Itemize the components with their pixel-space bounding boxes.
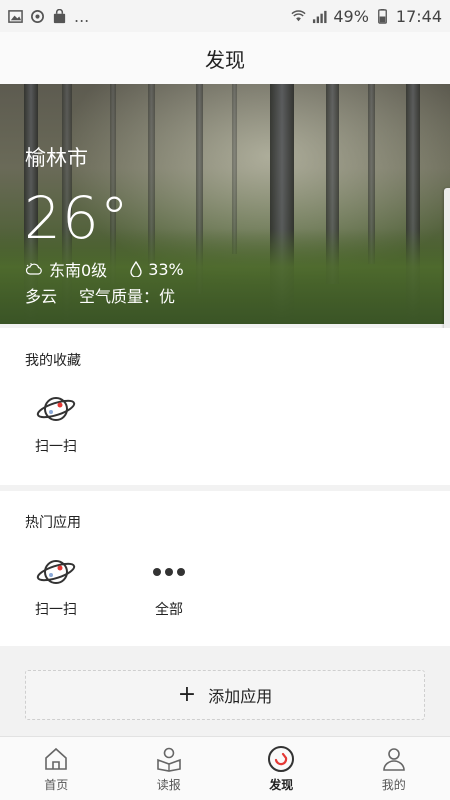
- hot-app-label: 全部: [155, 602, 183, 618]
- tab-label: 首页: [44, 778, 69, 792]
- more-notifications: ...: [74, 6, 90, 26]
- wifi-icon: [291, 9, 306, 21]
- page-title: 发现: [205, 47, 245, 72]
- side-drawer-handle[interactable]: [444, 188, 450, 334]
- plus-icon: +: [177, 682, 197, 707]
- weather-city: 榆林市: [25, 146, 88, 170]
- planet-icon: [36, 560, 76, 584]
- hot-app-all[interactable]: 全部: [129, 555, 209, 619]
- hot-app-scan[interactable]: 扫一扫: [16, 555, 96, 619]
- bottom-tab-bar: 首页 读报 发现 我的: [0, 736, 450, 800]
- favorites-heading: 我的收藏: [25, 353, 81, 369]
- humidity-drop-icon: [130, 261, 142, 277]
- page-title-bar: 发现: [0, 32, 450, 84]
- hot-apps-section: 热门应用 扫一扫 全部: [0, 491, 450, 646]
- profile-icon: [382, 748, 405, 771]
- home-icon: [45, 747, 68, 770]
- status-bar: ... 49% 17:44: [0, 0, 450, 32]
- tab-profile[interactable]: 我的: [338, 737, 450, 800]
- shopping-bag-icon: [53, 8, 66, 23]
- add-app-label: 添加应用: [208, 687, 273, 706]
- signal-icon: [313, 10, 327, 23]
- battery-percent: 49%: [333, 6, 369, 26]
- tab-discover[interactable]: 发现: [225, 737, 338, 800]
- tab-label: 发现: [269, 778, 294, 792]
- battery-icon: [377, 8, 387, 24]
- gallery-icon: [8, 9, 23, 23]
- weather-condition: 多云: [25, 287, 58, 306]
- cloudy-icon: [25, 263, 42, 275]
- tab-home[interactable]: 首页: [0, 737, 113, 800]
- more-dots-icon: [153, 568, 185, 576]
- weather-banner[interactable]: 榆林市 26° 东南0级 33% 多云 空气质量：优: [0, 84, 450, 324]
- tab-reader[interactable]: 读报: [113, 737, 226, 800]
- hot-apps-heading: 热门应用: [25, 515, 81, 531]
- weather-summary: 多云 空气质量：优: [25, 283, 175, 307]
- clock: 17:44: [395, 6, 442, 26]
- air-quality: 空气质量：优: [79, 287, 176, 306]
- weather-details: 东南0级 33%: [25, 257, 184, 281]
- favorite-app-scan[interactable]: 扫一扫: [16, 392, 96, 456]
- weather-humidity: 33%: [148, 259, 184, 279]
- reader-icon: [156, 747, 181, 772]
- tab-label: 我的: [381, 778, 406, 792]
- discover-icon: [268, 746, 295, 772]
- add-app-button[interactable]: + 添加应用: [25, 670, 425, 720]
- favorites-section: 我的收藏 扫一扫: [0, 328, 450, 485]
- sync-icon: [31, 9, 44, 23]
- weather-temperature: 26°: [24, 184, 130, 252]
- planet-icon: [36, 397, 76, 421]
- favorite-app-label: 扫一扫: [35, 439, 77, 455]
- hot-app-label: 扫一扫: [35, 602, 77, 618]
- weather-wind: 东南0级: [49, 261, 108, 280]
- tab-label: 读报: [156, 778, 181, 792]
